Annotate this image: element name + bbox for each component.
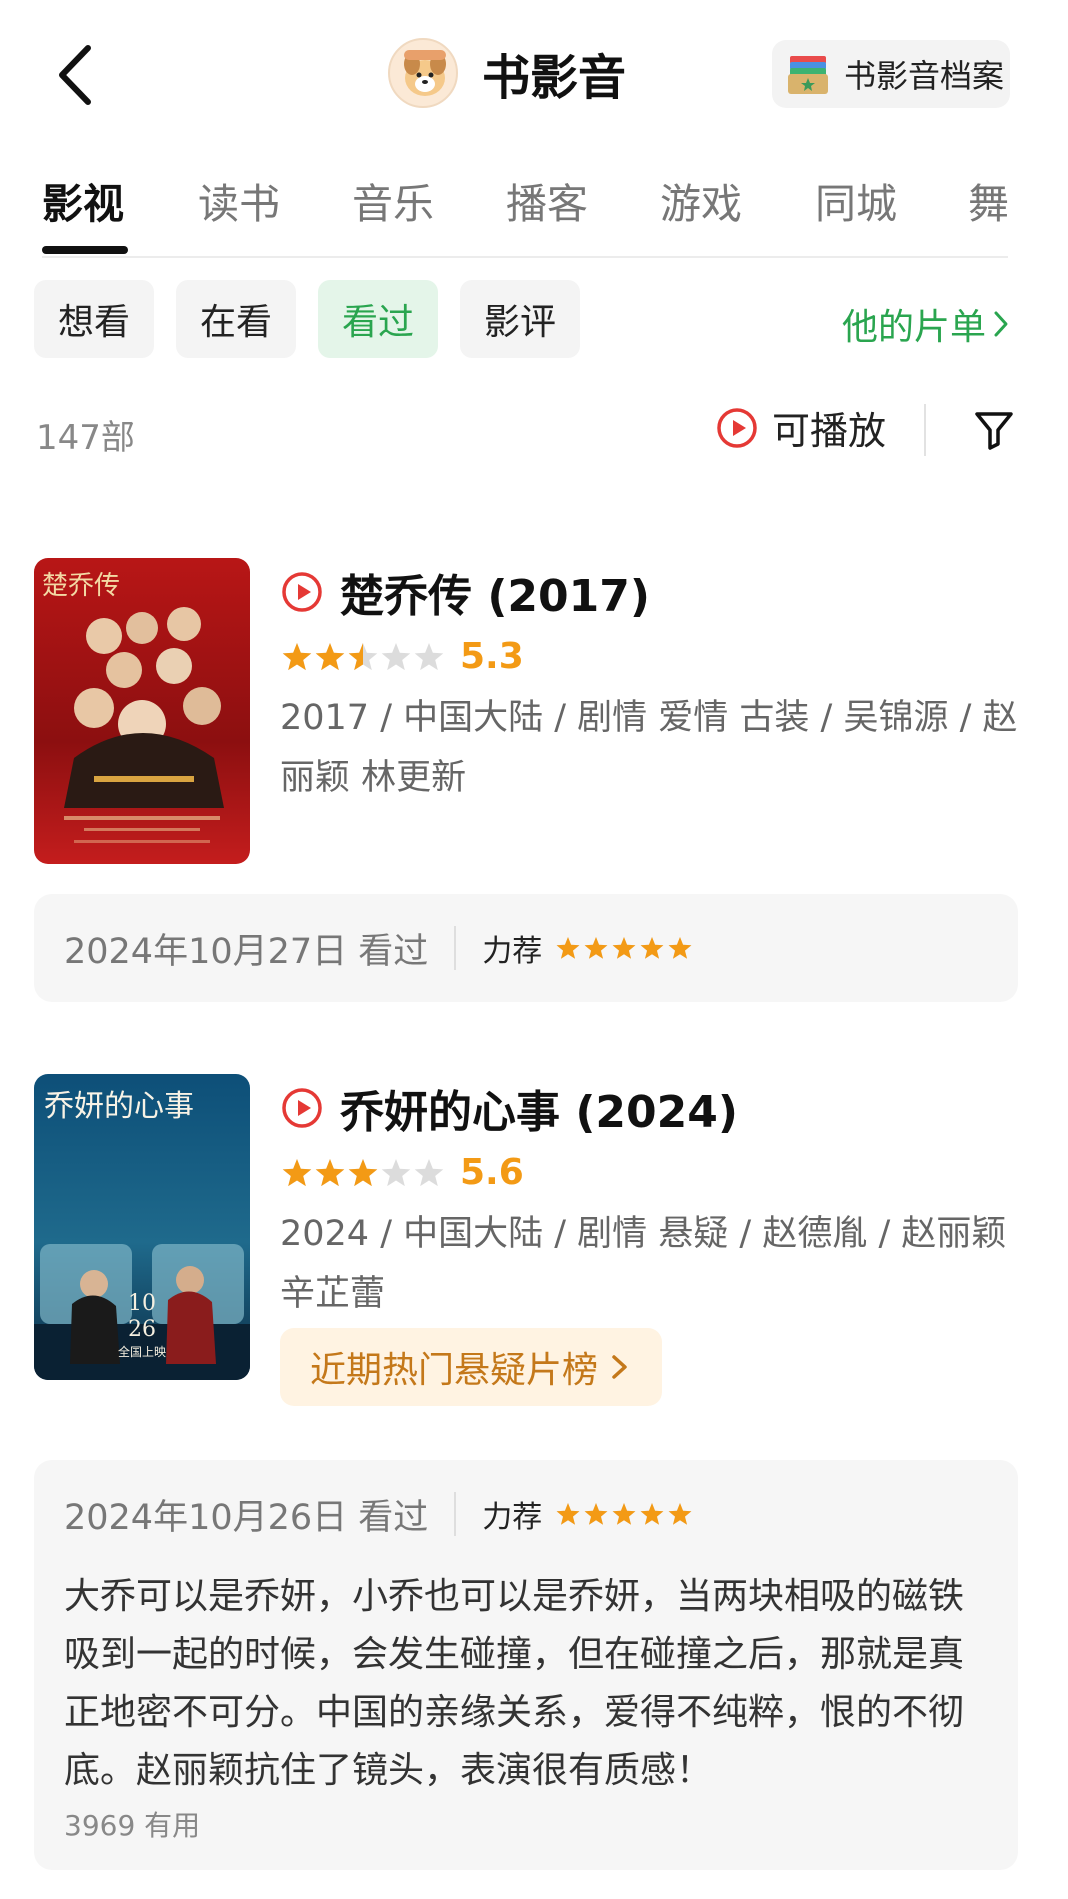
watched-date: 2024年10月26日 看过 [64, 1497, 429, 1538]
tab-local[interactable]: 同城 [815, 170, 897, 230]
star-empty [381, 642, 411, 670]
chevron-right-icon [994, 311, 1008, 337]
star-filled [282, 1158, 312, 1186]
tab-podcast[interactable]: 播客 [506, 170, 588, 230]
star-filled [584, 1503, 608, 1525]
top-bar: 书影音 书影音档案 [0, 0, 1068, 150]
star-filled [348, 1158, 378, 1186]
recommend-stars [556, 936, 692, 960]
archive-button-label: 书影音档案 [844, 57, 1005, 95]
poster-image: 10 26 全国上映 乔妍的心事 [34, 1074, 250, 1380]
status-filters: 想看 在看 看过 影评 他的片单 [0, 280, 1068, 360]
movie-title-1[interactable]: 楚乔传 (2017) [280, 560, 650, 624]
play-circle-icon [717, 407, 757, 448]
movie-title-2[interactable]: 乔妍的心事 (2024) [280, 1076, 738, 1140]
review-text: 大乔可以是乔妍，小乔也可以是乔妍，当两块相吸的磁铁吸到一起的时候，会发生碰撞，但… [64, 1576, 965, 1791]
divider [924, 404, 926, 456]
recommend-stars [556, 1502, 692, 1526]
star-empty [414, 1158, 444, 1186]
chevron-right-icon [612, 1355, 627, 1379]
star-filled [640, 1503, 664, 1525]
divider [42, 256, 1008, 258]
page-title: 书影音 [482, 50, 627, 106]
rating-stars [282, 1158, 444, 1188]
star-filled [315, 1158, 345, 1186]
play-circle-icon [282, 1088, 322, 1128]
his-list-label: 他的片单 [841, 307, 986, 348]
star-filled [315, 642, 345, 670]
chip-watched[interactable]: 看过 [318, 280, 438, 358]
star-empty [414, 642, 444, 670]
tab-film[interactable]: 影视 [42, 170, 124, 230]
star-filled [612, 1503, 636, 1525]
poster-movie-2[interactable]: 10 26 全国上映 乔妍的心事 [34, 1074, 250, 1380]
item-count: 147部 [36, 418, 135, 458]
playable-label: 可播放 [772, 409, 887, 453]
playable-toggle[interactable]: 可播放 [716, 400, 886, 455]
recommend-label: 力荐 [482, 934, 543, 969]
star-filled [612, 937, 636, 959]
poster-title-text: 楚乔传 [42, 571, 120, 601]
poster-image: 楚乔传 [34, 558, 250, 864]
watched-date: 2024年10月27日 看过 [64, 931, 429, 972]
tab-dance[interactable]: 舞 [968, 170, 1009, 230]
archive-box-icon [788, 56, 828, 94]
dog-avatar-icon [404, 50, 446, 96]
movie-title-text: 乔妍的心事 (2024) [340, 1087, 738, 1138]
tab-music[interactable]: 音乐 [352, 170, 434, 230]
star-filled [668, 937, 692, 959]
watched-card-1[interactable]: 2024年10月27日 看过 力荐 [34, 894, 1018, 1002]
star-filled [584, 937, 608, 959]
rank-button-label: 近期热门悬疑片榜 [310, 1350, 599, 1391]
archive-button[interactable]: 书影音档案 [772, 40, 1010, 108]
his-list-link[interactable]: 他的片单 [842, 298, 1010, 350]
funnel-icon[interactable] [972, 408, 1016, 452]
title-group: 书影音 [388, 38, 626, 108]
active-tab-indicator [42, 246, 128, 254]
star-filled [282, 642, 312, 670]
hot-mystery-chart-button[interactable]: 近期热门悬疑片榜 [280, 1328, 663, 1406]
tab-games[interactable]: 游戏 [660, 170, 742, 230]
avatar[interactable] [388, 38, 458, 108]
poster-release-text: 全国上映 [118, 1344, 166, 1359]
chip-want-to-watch[interactable]: 想看 [34, 280, 154, 358]
category-tabs: 影视 读书 音乐 播客 游戏 同城 舞 [0, 170, 1068, 260]
movie-title-text: 楚乔传 (2017) [340, 571, 650, 622]
divider [454, 926, 457, 970]
star-filled [640, 937, 664, 959]
useful-count[interactable]: 3969 有用 [34, 1804, 1018, 1844]
movie-rating-2: 5.6 [282, 1152, 524, 1193]
divider [454, 1492, 457, 1536]
chip-reviews[interactable]: 影评 [460, 280, 580, 358]
movie-meta-1: 2017 / 中国大陆 / 剧情 爱情 古装 / 吴锦源 / 赵丽颖 林更新 [280, 698, 1018, 798]
chip-watching[interactable]: 在看 [176, 280, 296, 358]
rating-score: 5.6 [460, 1152, 524, 1193]
watched-card-2[interactable]: 2024年10月26日 看过 力荐 大乔可以是乔妍，小乔也可以是乔妍，当两块相吸… [34, 1460, 1018, 1870]
rating-stars [282, 642, 444, 672]
movie-meta-2: 2024 / 中国大陆 / 剧情 悬疑 / 赵德胤 / 赵丽颖 辛芷蕾 [280, 1214, 1007, 1314]
rating-score: 5.3 [460, 636, 524, 677]
chevron-left-icon[interactable] [52, 40, 102, 110]
poster-date-line1: 10 [128, 1291, 156, 1316]
star-filled [556, 937, 580, 959]
tab-books[interactable]: 读书 [198, 170, 280, 230]
star-filled [668, 1503, 692, 1525]
star-empty [381, 1158, 411, 1186]
poster-title-text: 乔妍的心事 [44, 1089, 194, 1124]
recommend-label: 力荐 [482, 1500, 543, 1535]
play-circle-icon [282, 572, 322, 612]
poster-date-line2: 26 [128, 1317, 156, 1342]
star-filled [556, 1503, 580, 1525]
poster-movie-1[interactable]: 楚乔传 [34, 558, 250, 864]
movie-rating-1: 5.3 [282, 636, 524, 677]
